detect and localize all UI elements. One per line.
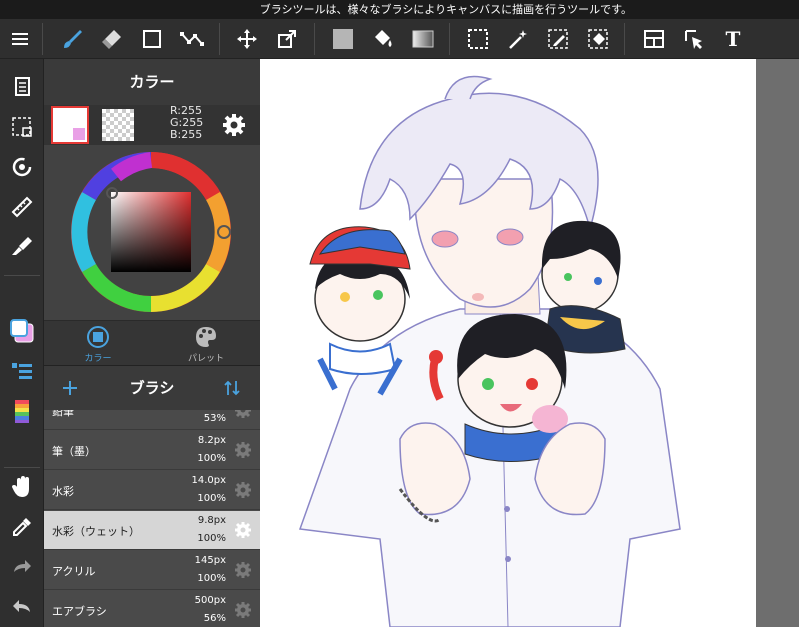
tool-tooltip: ブラシツールは、様々なブラシによりキャンバスに描画を行うツールです。 <box>0 0 799 19</box>
undo-icon[interactable] <box>0 589 44 625</box>
canvas-area[interactable] <box>260 59 799 627</box>
sort-brush-icon[interactable] <box>222 378 242 398</box>
fill-color-icon[interactable] <box>323 19 363 59</box>
brush-icon[interactable] <box>52 19 92 59</box>
color-panel-title: カラー <box>44 59 260 105</box>
brush-item[interactable]: 鉛筆 53% <box>44 410 260 430</box>
redo-icon[interactable] <box>0 549 44 585</box>
main-color-swatch[interactable] <box>51 106 89 144</box>
brush-item[interactable]: アクリル 145px 100% <box>44 551 260 590</box>
color-settings-gear-icon[interactable] <box>222 113 246 137</box>
pages-icon[interactable] <box>0 69 44 105</box>
gear-icon[interactable] <box>234 481 252 499</box>
brush-size: 14.0px <box>191 475 226 486</box>
brush-size: 145px <box>194 555 226 566</box>
tab-palette-label: パレット <box>187 354 224 364</box>
brush-opacity: 53% <box>203 413 226 424</box>
brush-panel: ブラシ 鉛筆 53% 筆（墨） 8.2px 100% 水彩 14.0px 100… <box>44 365 260 627</box>
text-icon[interactable]: T <box>713 19 753 59</box>
brush-opacity: 100% <box>197 573 226 584</box>
tab-color-label: カラー <box>84 354 112 364</box>
svg-text:T: T <box>726 28 741 50</box>
brush-opacity: 100% <box>197 533 226 544</box>
rgb-readout: R:255 G:255 B:255 <box>170 105 203 141</box>
rail-divider <box>4 275 40 276</box>
brush-name: 筆（墨） <box>52 445 96 458</box>
brush-size: 8.2px <box>197 435 226 446</box>
sub-color-swatch[interactable] <box>102 109 134 141</box>
brush-size: 500px <box>194 595 226 606</box>
artwork-illustration <box>298 75 681 627</box>
marquee-icon[interactable] <box>458 19 498 59</box>
gear-icon[interactable] <box>234 521 252 539</box>
move-icon[interactable] <box>227 19 267 59</box>
brush-list: 鉛筆 53% 筆（墨） 8.2px 100% 水彩 14.0px 100% 水彩… <box>44 410 260 627</box>
gear-icon[interactable] <box>234 601 252 619</box>
brush-name: エアブラシ <box>52 605 107 618</box>
medibang-app: ブラシツールは、様々なブラシによりキャンバスに描画を行うツールです。 T カラー… <box>0 0 799 627</box>
color-swatch-row: R:255 G:255 B:255 <box>44 105 260 145</box>
color-panel-tabs: カラー パレット <box>44 320 260 365</box>
layout-icon[interactable] <box>634 19 674 59</box>
rgb-b-value: B:255 <box>170 128 203 141</box>
color-palette-icon[interactable] <box>0 393 44 429</box>
brush-name: アクリル <box>52 565 96 578</box>
brush-opacity: 100% <box>197 493 226 504</box>
color-tab-icon <box>87 326 109 348</box>
color-swatch-icon[interactable] <box>0 313 44 349</box>
gear-icon[interactable] <box>234 561 252 579</box>
select-pen-icon[interactable] <box>538 19 578 59</box>
brush-item-selected[interactable]: 水彩（ウェット） 9.8px 100% <box>44 511 260 550</box>
toolbar-divider <box>314 23 315 55</box>
toolbar-divider <box>449 23 450 55</box>
select-eraser-icon[interactable] <box>578 19 618 59</box>
top-toolbar: T <box>0 19 799 59</box>
menu-icon[interactable] <box>0 19 40 59</box>
line-tool-icon[interactable] <box>172 19 212 59</box>
gradient-icon[interactable] <box>403 19 443 59</box>
brush-size: 9.8px <box>197 515 226 526</box>
brush-item[interactable]: 筆（墨） 8.2px 100% <box>44 431 260 470</box>
tab-color[interactable]: カラー <box>44 321 152 366</box>
eraser-icon[interactable] <box>92 19 132 59</box>
brush-opacity: 100% <box>197 453 226 464</box>
select-layer-icon[interactable] <box>674 19 714 59</box>
layers-icon[interactable] <box>0 353 44 389</box>
brush-control-icon[interactable] <box>0 229 44 265</box>
rect-select-icon[interactable] <box>132 19 172 59</box>
color-panel: カラー R:255 G:255 B:255 カラー パレット <box>44 59 260 365</box>
brush-opacity: 56% <box>203 613 226 624</box>
hand-icon[interactable] <box>0 469 44 505</box>
toolbar-divider <box>219 23 220 55</box>
brush-item[interactable]: エアブラシ 500px 56% <box>44 591 260 627</box>
rotate-icon[interactable] <box>0 149 44 185</box>
magic-wand-icon[interactable] <box>498 19 538 59</box>
brush-item[interactable]: 水彩 14.0px 100% <box>44 471 260 510</box>
left-tool-rail <box>0 59 44 627</box>
toolbar-divider <box>624 23 625 55</box>
brush-name: 水彩（ウェット） <box>52 525 140 538</box>
color-wheel-area[interactable] <box>44 145 260 320</box>
drawing-canvas[interactable] <box>260 59 756 627</box>
transform-icon[interactable] <box>267 19 307 59</box>
eyedropper-icon[interactable] <box>0 509 44 545</box>
brush-name: 鉛筆 <box>52 410 74 418</box>
brush-name: 水彩 <box>52 485 74 498</box>
tab-palette[interactable]: パレット <box>152 321 260 366</box>
bucket-icon[interactable] <box>363 19 403 59</box>
brush-panel-header: ブラシ <box>44 366 260 410</box>
ruler-icon[interactable] <box>0 189 44 225</box>
color-wheel[interactable] <box>44 145 260 320</box>
toolbar-divider <box>42 23 43 55</box>
rail-divider <box>4 467 40 468</box>
palette-icon <box>196 327 216 347</box>
gear-icon[interactable] <box>234 410 252 419</box>
selection-icon[interactable] <box>0 109 44 145</box>
gear-icon[interactable] <box>234 441 252 459</box>
